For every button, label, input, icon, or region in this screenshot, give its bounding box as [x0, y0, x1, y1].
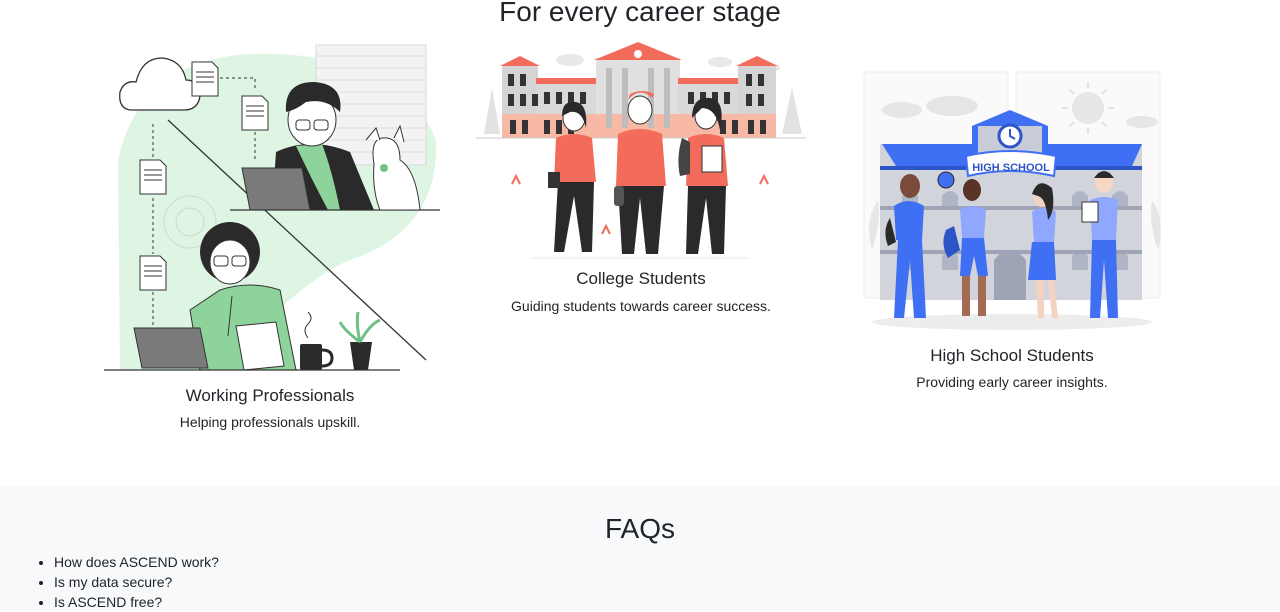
college-students-illustration: [476, 42, 806, 259]
faq-item[interactable]: Is ASCEND free?: [54, 592, 219, 612]
card-working-professionals: Working Professionals Helping profession…: [100, 40, 440, 431]
faq-item[interactable]: Is my data secure?: [54, 572, 219, 592]
school-sign-text: HIGH SCHOOL: [972, 162, 1050, 174]
faq-title: FAQs: [604, 513, 675, 544]
faq-section: FAQs How does ASCEND work? Is my data se…: [0, 486, 1280, 611]
working-professionals-illustration: [104, 44, 440, 371]
card-title: High School Students: [930, 346, 1094, 365]
card-title: College Students: [576, 269, 706, 288]
card-title: Working Professionals: [185, 386, 355, 405]
card-college-students: College Students Guiding students toward…: [470, 38, 812, 315]
faq-list: How does ASCEND work? Is my data secure?…: [36, 552, 219, 612]
section-title: For every career stage: [499, 0, 781, 27]
card-text: Helping professionals upskill.: [179, 414, 361, 430]
card-text: Providing early career insights.: [916, 374, 1108, 390]
high-school-students-illustration: HIGH SCHOOL: [863, 71, 1161, 330]
faq-item[interactable]: How does ASCEND work?: [54, 552, 219, 572]
card-high-school-students: HIGH SCHOOL High School Students Providi…: [842, 70, 1182, 391]
card-text: Guiding students towards career success.: [511, 298, 771, 314]
